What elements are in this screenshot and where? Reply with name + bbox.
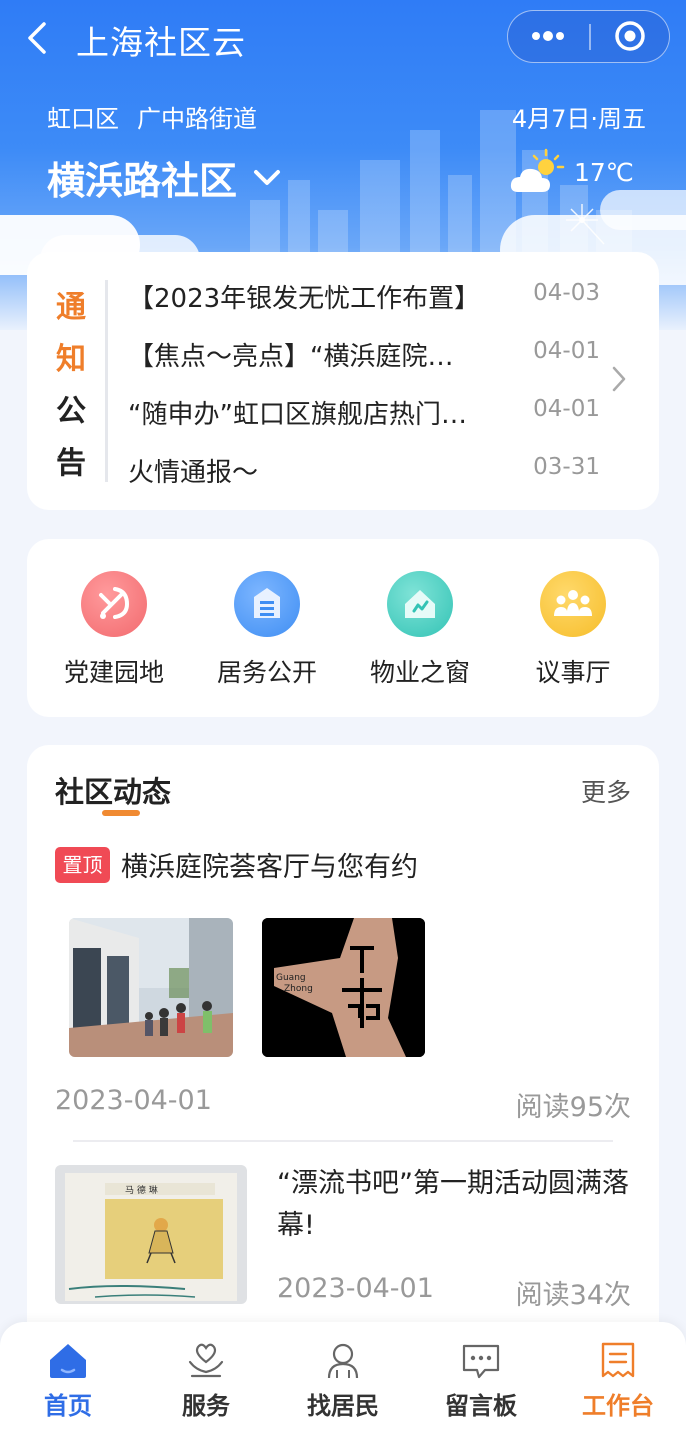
tab-label: 找居民	[307, 1392, 379, 1420]
tab-workbench[interactable]: 工作台	[563, 1340, 673, 1421]
notice-date: 03-31	[533, 454, 600, 480]
article-photo-book[interactable]: 马 德 琳	[55, 1165, 247, 1304]
app-title: 上海社区云	[76, 23, 246, 62]
community-name: 横浜路社区	[47, 159, 238, 203]
notice-item[interactable]: 【焦点～亮点】“横浜庭院… 04-01	[128, 332, 608, 372]
notice-board-icon	[234, 571, 300, 637]
notice-title: 火情通报～	[128, 458, 259, 488]
shortcut-grid: 党建园地 居务公开 物业之窗 议事厅	[27, 539, 659, 717]
current-date: 4月7日·周五	[511, 105, 646, 133]
heart-hand-icon	[188, 1343, 224, 1378]
message-board-icon	[462, 1344, 500, 1379]
tab-find-residents[interactable]: 找居民	[288, 1340, 398, 1421]
notice-label: 通 知 公 告	[53, 282, 89, 490]
residents-icon	[327, 1343, 359, 1379]
dandelion-decoration	[566, 204, 605, 245]
notice-label-char: 知	[56, 342, 86, 377]
street-name: 广中路街道	[137, 105, 257, 133]
shortcut-label: 议事厅	[535, 658, 611, 687]
property-house-icon	[387, 571, 453, 637]
tab-home[interactable]: 首页	[13, 1340, 123, 1421]
tab-message-board[interactable]: 留言板	[426, 1340, 536, 1421]
shortcut-label: 物业之窗	[369, 658, 470, 687]
title-underline	[102, 810, 140, 816]
tab-label: 留言板	[445, 1392, 517, 1420]
notice-label-char: 公	[56, 394, 86, 429]
chevron-down-icon	[254, 169, 281, 185]
notice-label-char: 通	[56, 290, 86, 325]
tab-label: 服务	[182, 1392, 230, 1420]
tab-label: 首页	[44, 1392, 92, 1420]
notice-date: 04-01	[533, 338, 600, 364]
notice-card[interactable]: 通 知 公 告 【2023年银发无忧工作布置】 04-03 【焦点～亮点】“横浜…	[27, 252, 659, 510]
shortcut-property-window[interactable]: 物业之窗	[350, 571, 490, 689]
shortcut-party-building[interactable]: 党建园地	[44, 571, 184, 689]
article-title[interactable]: “漂流书吧”第一期活动圆满落幕!	[277, 1163, 637, 1247]
notice-title: 【焦点～亮点】“横浜庭院…	[128, 342, 454, 372]
party-emblem-icon	[81, 571, 147, 637]
district-name: 虹口区	[47, 105, 119, 133]
pinned-badge: 置顶	[55, 847, 110, 883]
article-date: 2023-04-01	[277, 1273, 434, 1304]
shortcut-affairs-public[interactable]: 居务公开	[197, 571, 337, 689]
article-photo-logo[interactable]: Guang Zhong	[262, 918, 425, 1057]
book-title-text: 马 德 琳	[125, 1184, 158, 1196]
top-navigation-bar: 上海社区云	[0, 0, 686, 76]
meeting-people-icon	[540, 571, 606, 637]
shortcut-meeting-hall[interactable]: 议事厅	[503, 571, 643, 689]
temperature: 17℃	[574, 158, 634, 187]
mini-program-capsule	[507, 10, 670, 63]
pinned-article-title[interactable]: 横浜庭院荟客厅与您有约	[121, 845, 418, 884]
shortcut-label: 党建园地	[63, 658, 164, 687]
article-read-count: 阅读95次	[515, 1092, 631, 1123]
notice-item[interactable]: 【2023年银发无忧工作布置】 04-03	[128, 274, 608, 314]
article-divider	[73, 1140, 613, 1142]
community-news-card: 社区动态 更多 置顶 横浜庭院荟客厅与您有约 Guang Zhong 2023-…	[27, 745, 659, 1365]
notice-title: “随申办”虹口区旗舰店热门…	[128, 400, 467, 430]
logo-text-guang: Guang	[276, 973, 306, 983]
notice-item[interactable]: “随申办”虹口区旗舰店热门… 04-01	[128, 390, 608, 430]
more-dots-icon[interactable]	[508, 11, 588, 61]
shortcut-label: 居务公开	[216, 658, 317, 687]
article-date: 2023-04-01	[55, 1085, 212, 1116]
notice-divider	[105, 280, 108, 482]
tab-label: 工作台	[582, 1392, 654, 1420]
more-link[interactable]: 更多	[581, 773, 631, 809]
workbench-icon	[601, 1342, 635, 1378]
notice-date: 04-01	[533, 396, 600, 422]
article-photo-storefront[interactable]	[69, 918, 233, 1057]
cloud-decoration	[600, 190, 686, 230]
section-title: 社区动态	[55, 775, 172, 809]
close-target-icon[interactable]	[591, 11, 669, 61]
chevron-right-icon[interactable]	[609, 364, 629, 394]
notice-item[interactable]: 火情通报～ 03-31	[128, 448, 608, 488]
article-read-count: 阅读34次	[515, 1280, 631, 1311]
bottom-tab-bar: 首页 服务 找居民 留言板 工作台	[0, 1322, 686, 1433]
notice-label-char: 告	[56, 446, 86, 481]
location-breadcrumb: 虹口区 广中路街道	[47, 99, 257, 134]
partly-cloudy-icon	[510, 148, 565, 192]
home-icon	[50, 1344, 86, 1378]
logo-text-zhong: Zhong	[284, 984, 313, 994]
notice-title: 【2023年银发无忧工作布置】	[128, 284, 481, 314]
community-selector[interactable]: 横浜路社区	[47, 150, 283, 205]
back-arrow-icon[interactable]	[22, 20, 52, 56]
tab-service[interactable]: 服务	[151, 1340, 261, 1421]
notice-date: 04-03	[533, 280, 600, 306]
